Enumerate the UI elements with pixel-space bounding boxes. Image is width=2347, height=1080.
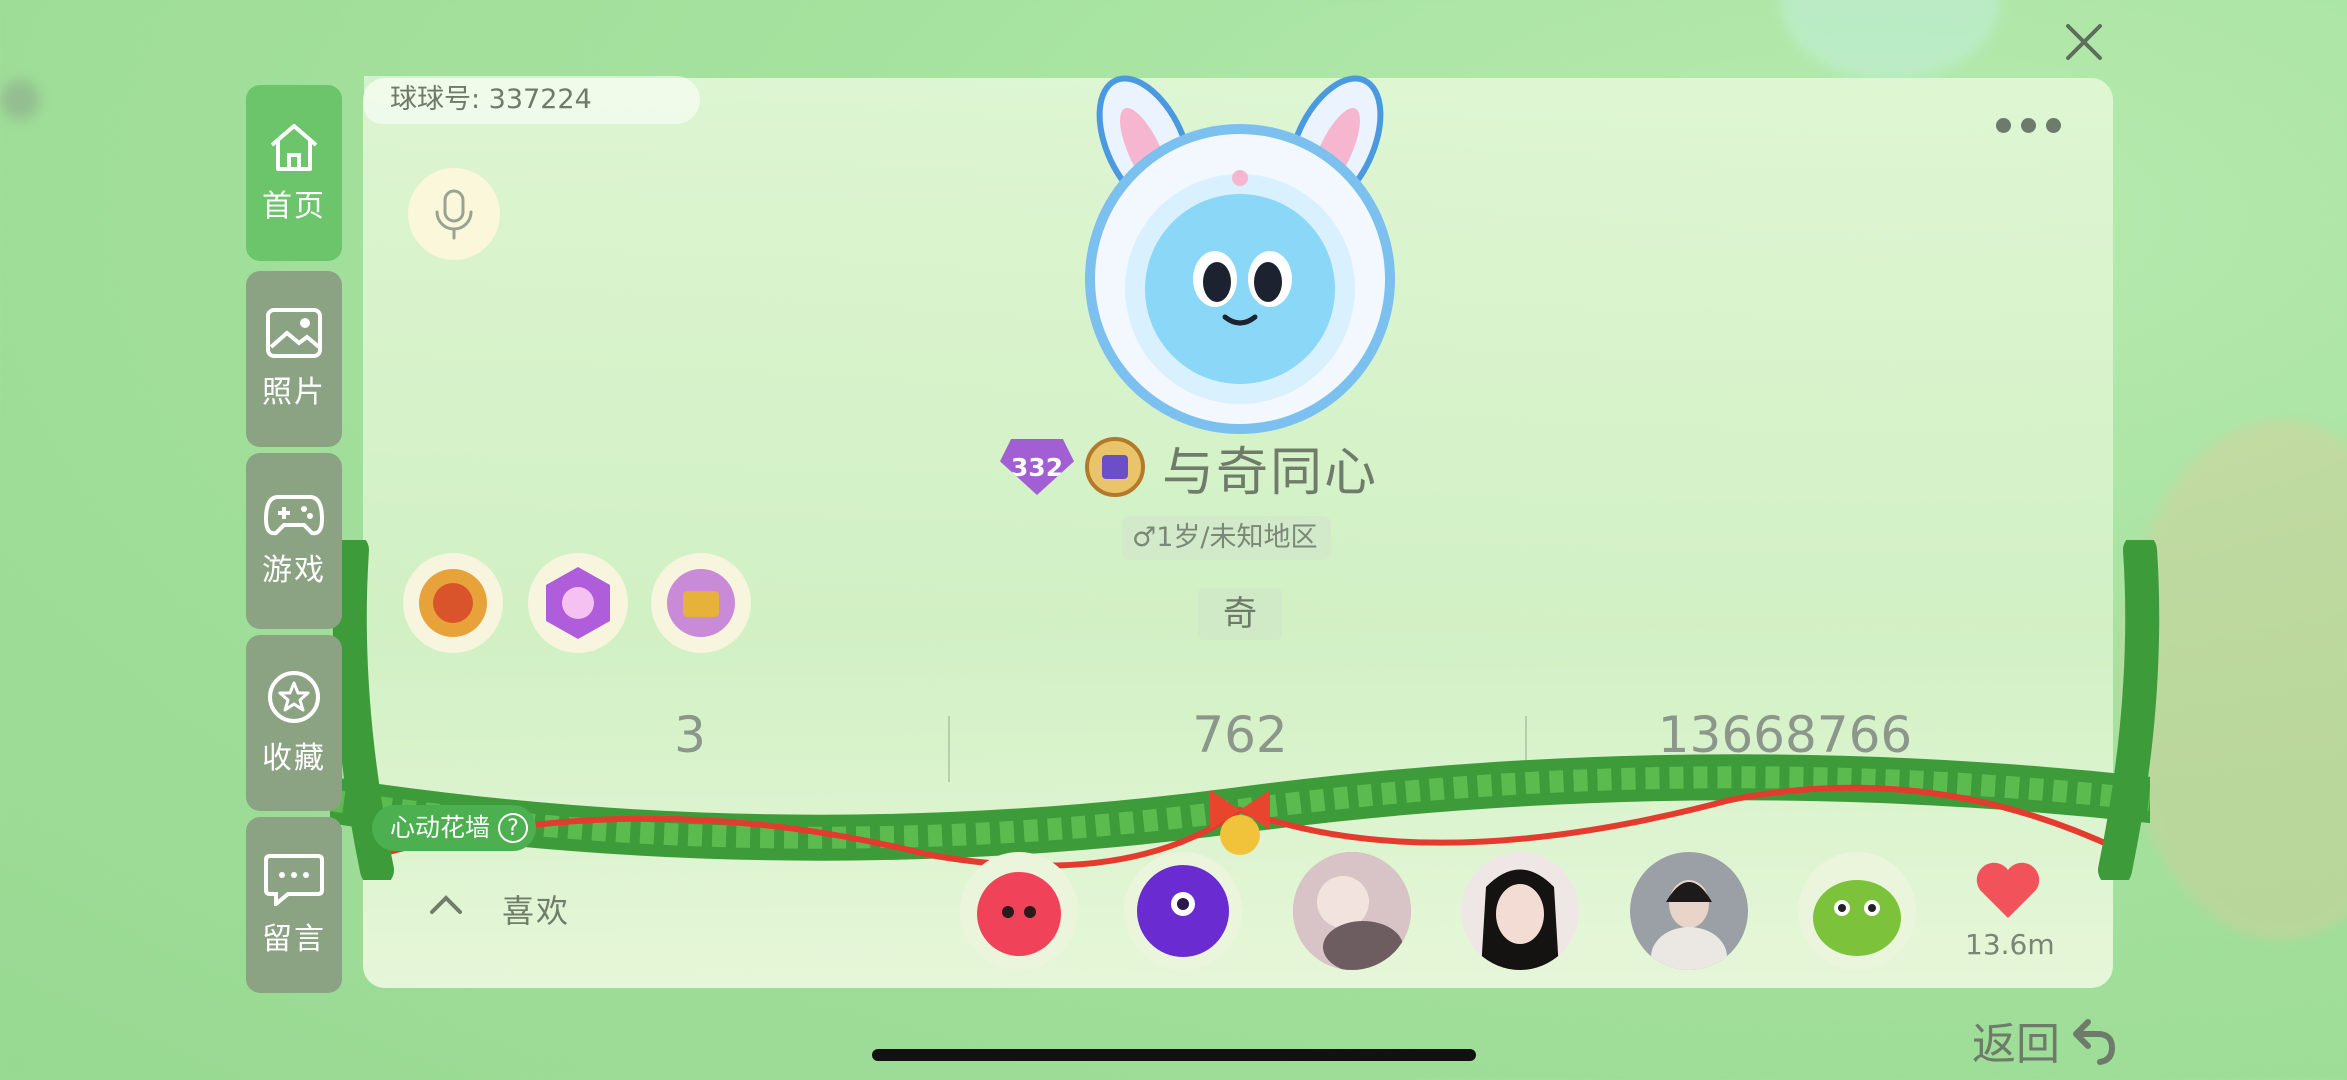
home-icon <box>270 124 318 171</box>
achievement-badge[interactable] <box>528 553 628 653</box>
message-icon <box>264 854 324 906</box>
sidebar-item-home[interactable]: 首页 <box>246 85 342 261</box>
help-icon[interactable]: ? <box>498 813 529 843</box>
likes-count: 13.6m <box>1965 928 2055 961</box>
level-badge: 332 <box>1000 439 1074 495</box>
dot-icon <box>2021 118 2036 133</box>
liker-avatar[interactable] <box>1798 852 1916 970</box>
gamepad-icon <box>264 495 324 536</box>
microphone-icon <box>435 189 473 240</box>
background-bokeh <box>1780 0 2000 80</box>
return-arrow-icon <box>2073 1019 2115 1065</box>
likes-label[interactable]: 喜欢 <box>502 886 570 932</box>
dot-icon <box>1996 118 2011 133</box>
photo-icon <box>266 308 322 358</box>
close-icon[interactable] <box>2060 18 2108 66</box>
sidebar-item-label: 留言 <box>262 922 326 957</box>
user-id: 球球号: 337224 <box>364 76 700 124</box>
user-photo-icon <box>1630 852 1748 970</box>
name-row: 332 与奇同心 <box>1000 432 1379 503</box>
liker-avatar[interactable] <box>1461 852 1579 970</box>
garland-right-branch <box>2098 540 2160 880</box>
back-button[interactable]: 返回 <box>1972 1008 2120 1072</box>
sidebar-item-label: 游戏 <box>262 553 326 588</box>
level-value: 332 <box>1010 452 1064 482</box>
chevron-up-icon[interactable] <box>428 892 464 916</box>
achievement-badge[interactable] <box>651 553 751 653</box>
sidebar-item-label: 照片 <box>262 375 326 410</box>
star-icon <box>268 671 320 723</box>
purple-crest-icon <box>546 567 610 639</box>
sidebar-item-messages[interactable]: 留言 <box>246 817 342 993</box>
sidebar-item-games[interactable]: 游戏 <box>246 453 342 629</box>
back-label: 返回 <box>1972 1019 2060 1070</box>
user-photo-icon <box>1461 852 1579 970</box>
flower-wall-label: 心动花墙 <box>390 813 491 842</box>
dot-icon <box>2046 118 2061 133</box>
avatar[interactable] <box>1075 74 1405 434</box>
liker-avatar[interactable] <box>1124 852 1242 970</box>
voice-intro-button[interactable] <box>408 168 500 260</box>
sidebar-item-label: 首页 <box>262 189 326 224</box>
background-bokeh <box>0 80 40 120</box>
red-ball-icon <box>977 872 1061 956</box>
sun-medal-icon <box>419 569 487 637</box>
liker-avatar[interactable] <box>960 852 1078 970</box>
liker-avatar[interactable] <box>1630 852 1748 970</box>
more-options-button[interactable] <box>1996 118 2068 138</box>
purple-ball-icon <box>1137 865 1229 957</box>
achievement-badge[interactable] <box>403 553 503 653</box>
gender-age-location: ♂1岁/未知地区 <box>1122 516 1332 560</box>
profile-tag: 奇 <box>1198 588 1282 640</box>
sidebar-item-label: 收藏 <box>262 741 326 776</box>
sidebar-item-favorites[interactable]: 收藏 <box>246 635 342 811</box>
home-indicator[interactable] <box>872 1049 1476 1061</box>
heart-icon[interactable] <box>1972 860 2044 922</box>
user-photo-icon <box>1293 852 1411 970</box>
liker-avatar[interactable] <box>1293 852 1411 970</box>
rank-badge-icon <box>1085 437 1145 497</box>
green-monster-icon <box>1813 880 1901 956</box>
sidebar-item-photos[interactable]: 照片 <box>246 271 342 447</box>
flower-wall-button[interactable]: 心动花墙 ? <box>372 805 537 851</box>
nickname: 与奇同心 <box>1162 442 1379 503</box>
treasure-medal-icon <box>667 569 735 637</box>
